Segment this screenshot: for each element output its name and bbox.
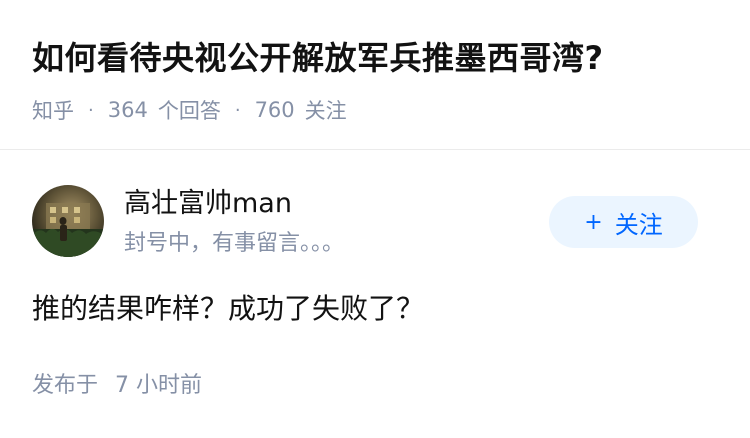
published-time: 7 小时前	[115, 373, 203, 398]
published-label: 发布于	[32, 373, 99, 398]
meta-separator: ·	[88, 99, 94, 121]
source-label[interactable]: 知乎	[32, 95, 74, 125]
follow-button[interactable]: + 关注	[549, 196, 698, 248]
author-bio: 封号中，有事留言。。。	[124, 231, 345, 256]
answer-count-label: 个回答	[157, 99, 221, 123]
answer-card: 高壮富帅man 封号中，有事留言。。。 + 关注 推的结果咋样？成功了失败了？ …	[0, 150, 750, 438]
follow-button-label: 关注	[614, 210, 663, 239]
question-title[interactable]: 如何看待央视公开解放军兵推墨西哥湾?	[32, 34, 604, 82]
avatar[interactable]	[32, 185, 104, 257]
answer-count: 364	[107, 98, 148, 122]
answer-time: 发布于 7 小时前	[32, 370, 202, 402]
author-name[interactable]: 高壮富帅man	[124, 186, 292, 222]
avatar-photo-icon	[32, 203, 104, 257]
question-meta: 知乎 · 364 个回答 · 760 关注	[32, 94, 347, 126]
question-header: 如何看待央视公开解放军兵推墨西哥湾? 知乎 · 364 个回答 · 760 关注	[0, 0, 750, 150]
follower-count-label: 关注	[304, 99, 347, 123]
answer-content[interactable]: 推的结果咋样？成功了失败了？	[32, 288, 424, 330]
follower-count: 760	[254, 98, 295, 122]
plus-icon: +	[584, 209, 603, 235]
meta-separator: ·	[234, 99, 241, 121]
